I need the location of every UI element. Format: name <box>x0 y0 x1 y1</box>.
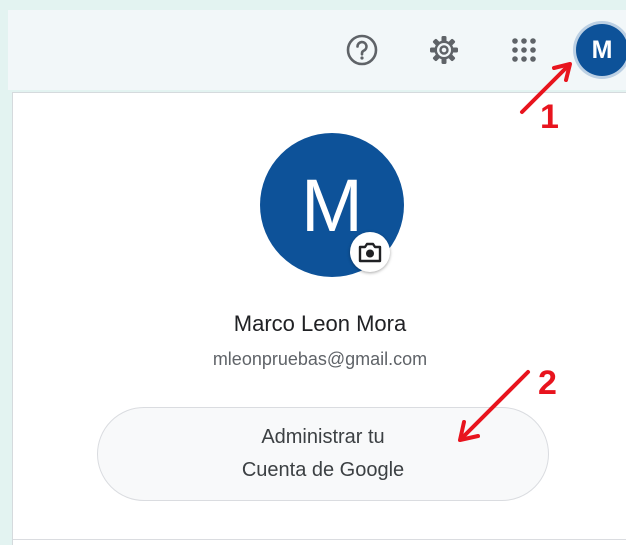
manage-account-label-line1: Administrar tu <box>261 426 385 448</box>
annotation-number-1: 1 <box>540 98 559 136</box>
camera-icon[interactable] <box>350 232 390 272</box>
account-name: Marco Leon Mora <box>233 311 407 336</box>
help-icon[interactable] <box>340 28 384 72</box>
divider <box>13 539 626 540</box>
manage-account-label-line2: Cuenta de Google <box>241 459 405 481</box>
annotation-step-2: 2 <box>456 364 576 454</box>
annotation-number-2: 2 <box>538 364 557 402</box>
annotation-step-1: 1 <box>518 56 608 146</box>
account-panel: M Marco Leon Mora mleonpruebas@gmail.com… <box>12 92 626 545</box>
settings-icon[interactable] <box>422 28 466 72</box>
annotation-arrow-1 <box>520 62 572 114</box>
profile-avatar-letter: M <box>301 163 363 247</box>
annotation-arrow-2 <box>458 370 530 442</box>
